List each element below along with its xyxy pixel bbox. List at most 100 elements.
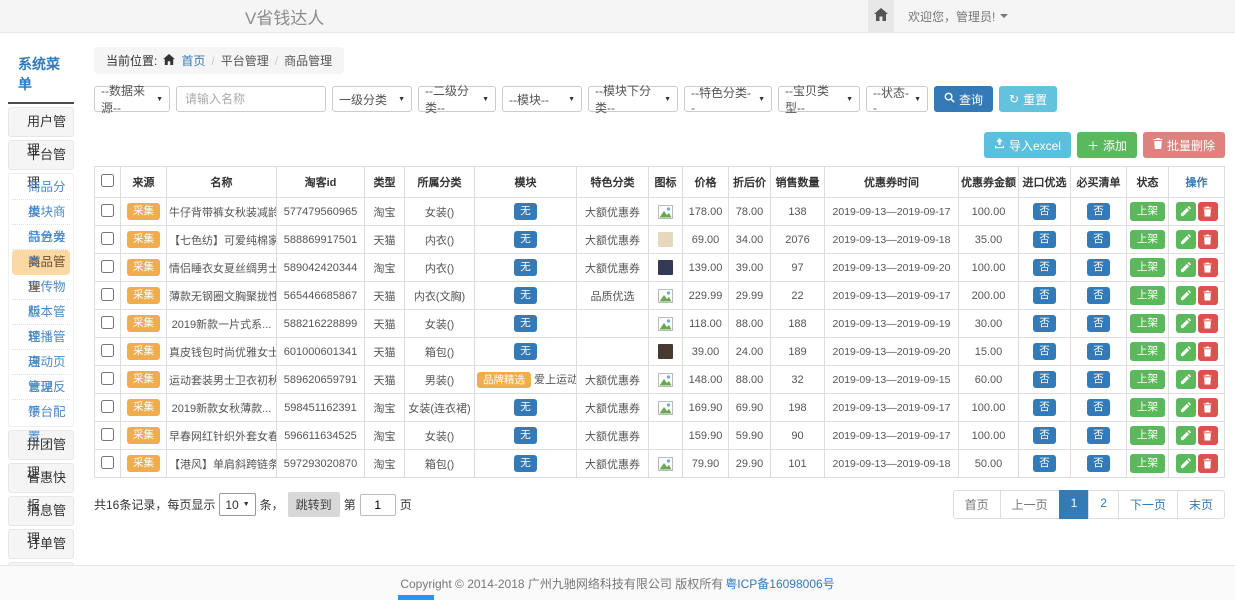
sidebar-subitem[interactable]: 宣传物料 <box>12 275 70 300</box>
edit-button[interactable] <box>1176 370 1196 389</box>
delete-button[interactable] <box>1198 342 1218 361</box>
reset-button[interactable]: ↻ 重置 <box>999 86 1057 112</box>
status-badge[interactable]: 上架 <box>1130 398 1165 417</box>
sidebar-subitem[interactable]: 商品分类 <box>12 175 70 200</box>
pager-button[interactable]: 下一页 <box>1118 490 1178 519</box>
delete-button[interactable] <box>1198 202 1218 221</box>
import-toggle-badge[interactable]: 否 <box>1033 427 1056 444</box>
row-checkbox[interactable] <box>101 344 114 357</box>
pager-button[interactable]: 上一页 <box>1000 490 1060 519</box>
home-button[interactable] <box>868 0 894 32</box>
mustbuy-toggle-badge[interactable]: 否 <box>1087 455 1110 472</box>
import-toggle-badge[interactable]: 否 <box>1033 203 1056 220</box>
status-badge[interactable]: 上架 <box>1130 230 1165 249</box>
row-checkbox[interactable] <box>101 372 114 385</box>
data-source-select[interactable]: --数据来源--▼ <box>94 86 170 112</box>
icp-link[interactable]: 粤ICP备16098006号 <box>725 575 834 592</box>
sidebar-group-item[interactable]: 平台管理 <box>8 140 74 170</box>
mustbuy-toggle-badge[interactable]: 否 <box>1087 259 1110 276</box>
user-menu[interactable]: 欢迎您，管理员! <box>908 8 1008 25</box>
sidebar-group-item[interactable]: 用户管理 <box>8 107 74 137</box>
jump-button[interactable]: 跳转到 <box>288 492 340 517</box>
status-badge[interactable]: 上架 <box>1130 286 1165 305</box>
delete-button[interactable] <box>1198 258 1218 277</box>
pager-button[interactable]: 1 <box>1059 490 1090 519</box>
row-checkbox[interactable] <box>101 204 114 217</box>
search-button[interactable]: 查询 <box>934 86 993 112</box>
status-badge[interactable]: 上架 <box>1130 314 1165 333</box>
mustbuy-toggle-badge[interactable]: 否 <box>1087 231 1110 248</box>
sidebar-subitem[interactable]: 意见反馈 <box>12 375 70 400</box>
import-toggle-badge[interactable]: 否 <box>1033 315 1056 332</box>
sidebar-subitem[interactable]: 版本管理 <box>12 300 70 325</box>
pager-button[interactable]: 末页 <box>1177 490 1225 519</box>
row-checkbox[interactable] <box>101 260 114 273</box>
mustbuy-toggle-badge[interactable]: 否 <box>1087 287 1110 304</box>
edit-button[interactable] <box>1176 286 1196 305</box>
row-checkbox[interactable] <box>101 400 114 413</box>
page-size-select[interactable]: 10▼ <box>219 493 255 516</box>
row-checkbox[interactable] <box>101 288 114 301</box>
row-checkbox[interactable] <box>101 316 114 329</box>
mustbuy-toggle-badge[interactable]: 否 <box>1087 315 1110 332</box>
edit-button[interactable] <box>1176 258 1196 277</box>
name-input[interactable] <box>176 86 326 112</box>
item-type-select[interactable]: --宝贝类型--▼ <box>778 86 860 112</box>
sidebar-subitem[interactable]: 模块商品分类 <box>12 200 70 225</box>
status-badge[interactable]: 上架 <box>1130 426 1165 445</box>
import-toggle-badge[interactable]: 否 <box>1033 343 1056 360</box>
module-select[interactable]: --模块--▼ <box>502 86 582 112</box>
sidebar-subitem[interactable]: 商品管理 <box>12 250 70 275</box>
sidebar-group-item[interactable]: 省惠快报 <box>8 463 74 493</box>
import-toggle-badge[interactable]: 否 <box>1033 455 1056 472</box>
sidebar-group-item[interactable]: 订单管理 <box>8 529 74 559</box>
delete-button[interactable] <box>1198 370 1218 389</box>
mustbuy-toggle-badge[interactable]: 否 <box>1087 371 1110 388</box>
breadcrumb-home-link[interactable]: 首页 <box>181 52 205 69</box>
mustbuy-toggle-badge[interactable]: 否 <box>1087 427 1110 444</box>
add-button[interactable]: ＋ 添加 <box>1077 132 1137 158</box>
delete-button[interactable] <box>1198 426 1218 445</box>
edit-button[interactable] <box>1176 202 1196 221</box>
edit-button[interactable] <box>1176 454 1196 473</box>
import-excel-button[interactable]: 导入excel <box>984 132 1071 158</box>
row-checkbox[interactable] <box>101 456 114 469</box>
status-select[interactable]: --状态--▼ <box>866 86 928 112</box>
edit-button[interactable] <box>1176 230 1196 249</box>
page-number-input[interactable] <box>360 494 396 516</box>
sidebar-subitem[interactable]: 轮播管理 <box>12 325 70 350</box>
batch-delete-button[interactable]: 批量删除 <box>1143 132 1225 158</box>
delete-button[interactable] <box>1198 454 1218 473</box>
status-badge[interactable]: 上架 <box>1130 370 1165 389</box>
sidebar-subitem[interactable]: 特色分类 <box>12 225 70 250</box>
edit-button[interactable] <box>1176 398 1196 417</box>
feature-category-select[interactable]: --特色分类--▼ <box>684 86 772 112</box>
import-toggle-badge[interactable]: 否 <box>1033 287 1056 304</box>
sidebar-subitem[interactable]: 启动页管理 <box>12 350 70 375</box>
import-toggle-badge[interactable]: 否 <box>1033 259 1056 276</box>
sidebar-subitem[interactable]: 平台配置 <box>12 400 70 425</box>
row-checkbox[interactable] <box>101 428 114 441</box>
edit-button[interactable] <box>1176 426 1196 445</box>
delete-button[interactable] <box>1198 398 1218 417</box>
level1-category-select[interactable]: 一级分类▼ <box>332 86 412 112</box>
delete-button[interactable] <box>1198 286 1218 305</box>
edit-button[interactable] <box>1176 342 1196 361</box>
mustbuy-toggle-badge[interactable]: 否 <box>1087 343 1110 360</box>
edit-button[interactable] <box>1176 314 1196 333</box>
sidebar-group-item[interactable]: 消息管理 <box>8 496 74 526</box>
pager-button[interactable]: 首页 <box>953 490 1001 519</box>
delete-button[interactable] <box>1198 230 1218 249</box>
delete-button[interactable] <box>1198 314 1218 333</box>
sidebar-group-item[interactable]: 拼团管理 <box>8 430 74 460</box>
mustbuy-toggle-badge[interactable]: 否 <box>1087 203 1110 220</box>
level2-category-select[interactable]: --二级分类--▼ <box>418 86 496 112</box>
module-sub-category-select[interactable]: --模块下分类--▼ <box>588 86 678 112</box>
status-badge[interactable]: 上架 <box>1130 202 1165 221</box>
status-badge[interactable]: 上架 <box>1130 258 1165 277</box>
status-badge[interactable]: 上架 <box>1130 454 1165 473</box>
import-toggle-badge[interactable]: 否 <box>1033 231 1056 248</box>
status-badge[interactable]: 上架 <box>1130 342 1165 361</box>
pager-button[interactable]: 2 <box>1088 490 1119 519</box>
row-checkbox[interactable] <box>101 232 114 245</box>
